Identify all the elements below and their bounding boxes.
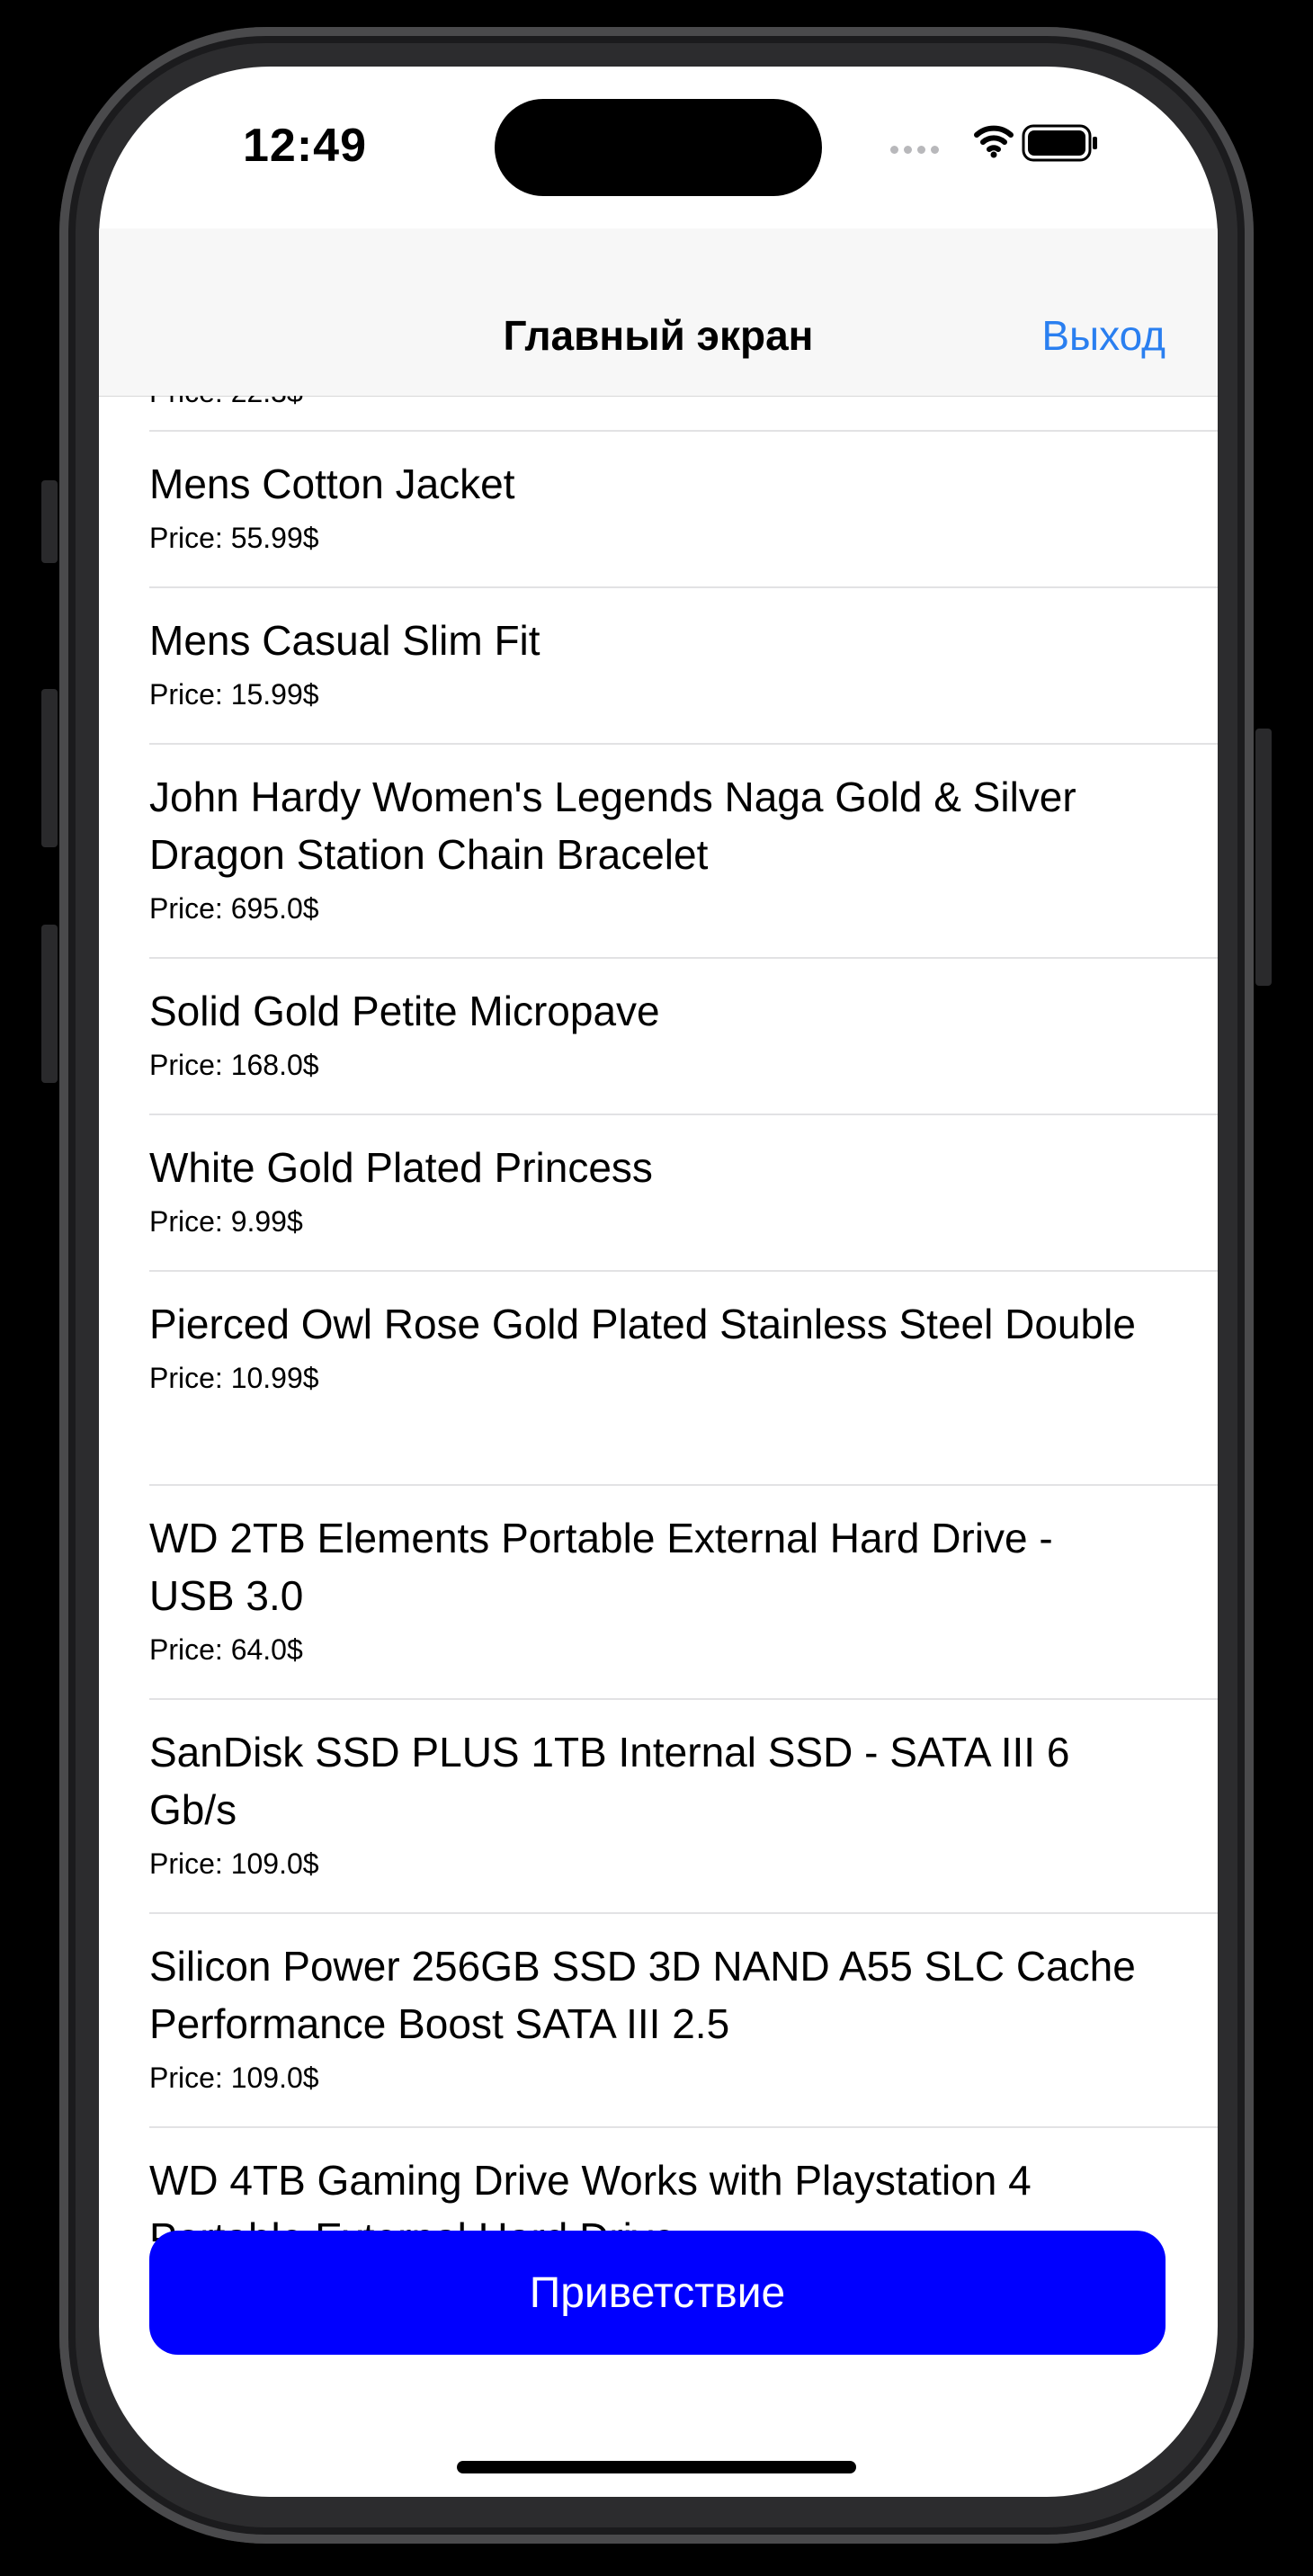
screen: 12:49 Главный экран Выход Price: 22.3$ M… (99, 67, 1218, 2497)
product-title: Pierced Owl Rose Gold Plated Stainless S… (149, 1301, 1136, 1347)
product-title: White Gold Plated Princess (149, 1144, 653, 1191)
home-indicator (457, 2461, 856, 2473)
partial-row-price: Price: 22.3$ (149, 396, 303, 409)
product-title: Silicon Power 256GB SSD 3D NAND A55 SLC … (149, 1943, 1136, 2047)
action-button (41, 480, 58, 563)
product-title: Mens Casual Slim Fit (149, 617, 540, 664)
product-price: Price: 64.0$ (149, 1633, 303, 1666)
status-icons (890, 122, 1214, 164)
product-list[interactable]: Price: 22.3$ Mens Cotton Jacket Price: 5… (99, 396, 1218, 2241)
status-bar: 12:49 (99, 67, 1218, 228)
list-item[interactable]: WD 4TB Gaming Drive Works with Playstati… (149, 2126, 1218, 2241)
greeting-button[interactable]: Приветствие (149, 2231, 1166, 2355)
product-price: Price: 695.0$ (149, 892, 319, 925)
navigation-bar: Главный экран Выход (99, 228, 1218, 397)
power-button (1255, 729, 1272, 986)
product-price: Price: 109.0$ (149, 2062, 319, 2094)
product-price: Price: 109.0$ (149, 1847, 319, 1880)
list-item[interactable]: Mens Cotton Jacket Price: 55.99$ (149, 430, 1218, 555)
list-item[interactable]: Pierced Owl Rose Gold Plated Stainless S… (149, 1270, 1218, 1395)
list-item[interactable]: John Hardy Women's Legends Naga Gold & S… (149, 743, 1218, 926)
volume-down-button (41, 925, 58, 1083)
list-item[interactable]: WD 2TB Elements Portable External Hard D… (149, 1484, 1218, 1667)
battery-icon (1022, 124, 1097, 162)
product-price: Price: 10.99$ (149, 1362, 319, 1394)
list-item[interactable]: Mens Casual Slim Fit Price: 15.99$ (149, 586, 1218, 711)
volume-up-button (41, 689, 58, 847)
product-title: WD 4TB Gaming Drive Works with Playstati… (149, 2157, 1032, 2241)
product-price: Price: 15.99$ (149, 678, 319, 711)
product-title: Mens Cotton Jacket (149, 461, 515, 507)
product-price: Price: 168.0$ (149, 1049, 319, 1081)
product-title: WD 2TB Elements Portable External Hard D… (149, 1515, 1053, 1619)
product-price: Price: 55.99$ (149, 522, 319, 554)
list-item[interactable]: White Gold Plated Princess Price: 9.99$ (149, 1114, 1218, 1239)
cellular-signal-icon (890, 142, 944, 158)
dynamic-island (495, 99, 822, 196)
list-item[interactable]: Silicon Power 256GB SSD 3D NAND A55 SLC … (149, 1912, 1218, 2095)
product-title: Solid Gold Petite Micropave (149, 988, 660, 1034)
list-item[interactable]: SanDisk SSD PLUS 1TB Internal SSD - SATA… (149, 1698, 1218, 1881)
product-title: SanDisk SSD PLUS 1TB Internal SSD - SATA… (149, 1729, 1070, 1833)
logout-button[interactable]: Выход (1041, 311, 1166, 360)
wifi-icon (974, 125, 1014, 158)
product-price: Price: 9.99$ (149, 1205, 303, 1238)
product-title: John Hardy Women's Legends Naga Gold & S… (149, 774, 1076, 878)
list-item[interactable]: Solid Gold Petite Micropave Price: 168.0… (149, 957, 1218, 1082)
status-time: 12:49 (243, 120, 367, 172)
